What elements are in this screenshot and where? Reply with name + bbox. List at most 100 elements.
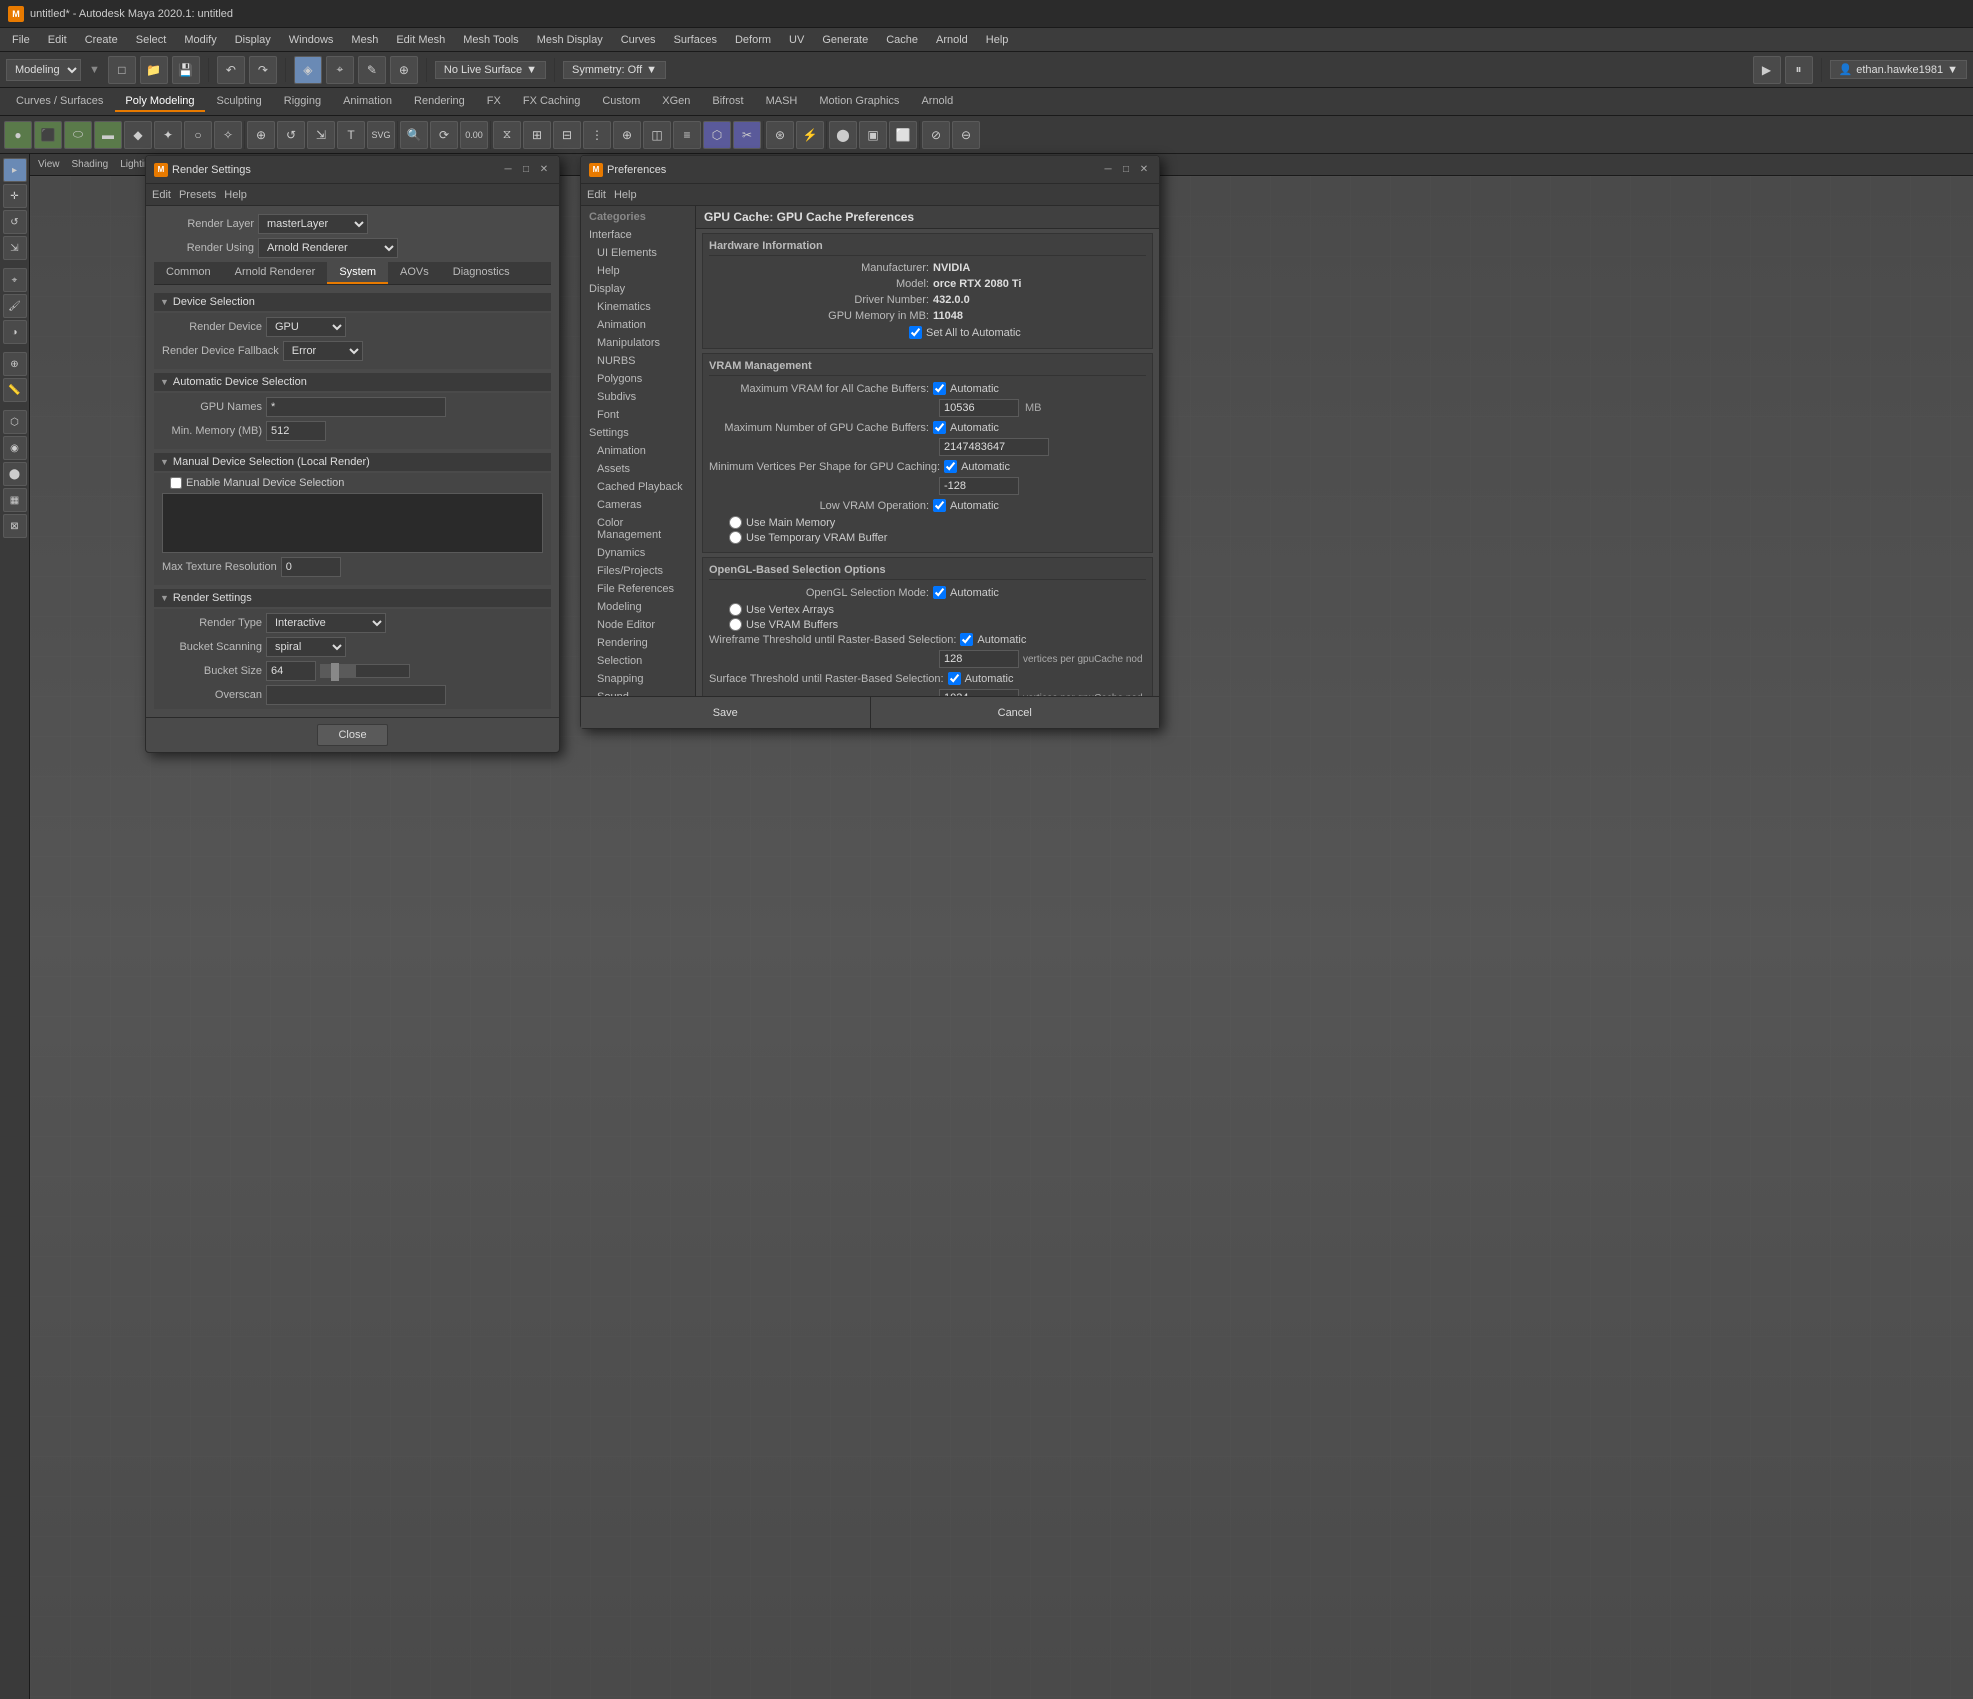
overscan-input[interactable] <box>266 685 446 705</box>
shelf-combine[interactable]: ⊞ <box>523 121 551 149</box>
preferences-close[interactable]: ✕ <box>1137 163 1151 177</box>
max-texture-input[interactable] <box>281 557 341 577</box>
shelf-diamond[interactable]: ◆ <box>124 121 152 149</box>
shelf-extrude[interactable]: ⊕ <box>613 121 641 149</box>
pref-cat-settings[interactable]: Settings <box>581 424 695 442</box>
pref-cat-animation[interactable]: Animation <box>581 316 695 334</box>
preferences-save-btn[interactable]: Save <box>581 697 871 728</box>
rs-menu-presets[interactable]: Presets <box>179 189 216 201</box>
pref-cat-files-projects[interactable]: Files/Projects <box>581 562 695 580</box>
max-gpu-buffers-input[interactable] <box>939 438 1049 456</box>
symmetry-select[interactable]: Symmetry: Off ▼ <box>563 61 666 79</box>
menu-mesh[interactable]: Mesh <box>343 32 386 48</box>
render-settings-close[interactable]: ✕ <box>537 163 551 177</box>
pref-cat-manipulators[interactable]: Manipulators <box>581 334 695 352</box>
tab-custom[interactable]: Custom <box>592 92 650 112</box>
toolbar-render2[interactable]: ⏸ <box>1785 56 1813 84</box>
toolbar-select[interactable]: ◈ <box>294 56 322 84</box>
rs-menu-edit[interactable]: Edit <box>152 189 171 201</box>
tool-move[interactable]: ✛ <box>3 184 27 208</box>
toolbar-render[interactable]: ▶ <box>1753 56 1781 84</box>
shelf-rotate[interactable]: ↺ <box>277 121 305 149</box>
shelf-cylinder[interactable]: ⬭ <box>64 121 92 149</box>
tool-snap[interactable]: ⊕ <box>3 352 27 376</box>
tab-poly-modeling[interactable]: Poly Modeling <box>115 92 204 112</box>
shelf-search[interactable]: 🔍 <box>400 121 428 149</box>
tab-arnold[interactable]: Arnold <box>911 92 963 112</box>
render-settings-maximize[interactable]: □ <box>519 163 533 177</box>
render-device-select[interactable]: GPU <box>266 317 346 337</box>
device-selection-header[interactable]: ▼ Device Selection <box>154 293 551 311</box>
pref-cat-cameras[interactable]: Cameras <box>581 496 695 514</box>
menu-edit-mesh[interactable]: Edit Mesh <box>388 32 453 48</box>
pref-menu-edit[interactable]: Edit <box>587 189 606 201</box>
use-vertex-arrays-radio[interactable] <box>729 603 742 616</box>
tool-extra5[interactable]: ⊠ <box>3 514 27 538</box>
tool-extra1[interactable]: ⬡ <box>3 410 27 434</box>
max-vram-input[interactable] <box>939 399 1019 417</box>
menu-curves[interactable]: Curves <box>613 32 664 48</box>
user-menu[interactable]: 👤 ethan.hawke1981 ▼ <box>1830 60 1967 79</box>
shelf-loop[interactable]: ⟳ <box>430 121 458 149</box>
shelf-planar[interactable]: ▣ <box>859 121 887 149</box>
shelf-unfold[interactable]: ⬤ <box>829 121 857 149</box>
tab-animation[interactable]: Animation <box>333 92 402 112</box>
pref-cat-rendering[interactable]: Rendering <box>581 634 695 652</box>
rs-tab-system[interactable]: System <box>327 262 388 284</box>
no-live-surface[interactable]: No Live Surface ▼ <box>435 61 546 79</box>
pref-menu-help[interactable]: Help <box>614 189 637 201</box>
tab-motion-graphics[interactable]: Motion Graphics <box>809 92 909 112</box>
tab-rigging[interactable]: Rigging <box>274 92 331 112</box>
render-settings-minimize[interactable]: ─ <box>501 163 515 177</box>
pref-cat-color-management[interactable]: Color Management <box>581 514 695 544</box>
menu-surfaces[interactable]: Surfaces <box>666 32 725 48</box>
tool-extra3[interactable]: ⬤ <box>3 462 27 486</box>
surface-threshold-input[interactable] <box>939 689 1019 696</box>
preferences-maximize[interactable]: □ <box>1119 163 1133 177</box>
surface-threshold-auto-checkbox[interactable] <box>948 672 961 685</box>
use-temp-vram-radio[interactable] <box>729 531 742 544</box>
pref-cat-kinematics[interactable]: Kinematics <box>581 298 695 316</box>
tab-bifrost[interactable]: Bifrost <box>702 92 753 112</box>
shelf-star4[interactable]: ✧ <box>214 121 242 149</box>
shelf-scale[interactable]: ⇲ <box>307 121 335 149</box>
pref-cat-sound[interactable]: Sound <box>581 688 695 696</box>
shelf-fill[interactable]: ⬡ <box>703 121 731 149</box>
shelf-gem[interactable]: ✦ <box>154 121 182 149</box>
wireframe-threshold-input[interactable] <box>939 650 1019 668</box>
view-menu[interactable]: View <box>38 159 60 170</box>
tab-xgen[interactable]: XGen <box>652 92 700 112</box>
max-vram-auto-checkbox[interactable] <box>933 382 946 395</box>
set-all-auto-checkbox[interactable] <box>909 326 922 339</box>
render-settings-close-btn[interactable]: Close <box>317 724 387 746</box>
use-main-memory-radio[interactable] <box>729 516 742 529</box>
menu-uv[interactable]: UV <box>781 32 812 48</box>
shelf-mirror[interactable]: ⧖ <box>493 121 521 149</box>
menu-cache[interactable]: Cache <box>878 32 926 48</box>
toolbar-redo[interactable]: ↷ <box>249 56 277 84</box>
shelf-smooth[interactable]: ⋮ <box>583 121 611 149</box>
pref-cat-file-references[interactable]: File References <box>581 580 695 598</box>
pref-cat-ui-elements[interactable]: UI Elements <box>581 244 695 262</box>
tool-paint[interactable]: 🖌 <box>3 294 27 318</box>
menu-mesh-tools[interactable]: Mesh Tools <box>455 32 526 48</box>
shelf-bridge[interactable]: ≡ <box>673 121 701 149</box>
rs-menu-help[interactable]: Help <box>224 189 247 201</box>
shelf-torus[interactable]: ○ <box>184 121 212 149</box>
menu-windows[interactable]: Windows <box>281 32 342 48</box>
tab-fx[interactable]: FX <box>477 92 511 112</box>
pref-cat-cached-playback[interactable]: Cached Playback <box>581 478 695 496</box>
tool-lasso[interactable]: ⌖ <box>3 268 27 292</box>
max-gpu-buffers-auto-checkbox[interactable] <box>933 421 946 434</box>
pref-cat-node-editor[interactable]: Node Editor <box>581 616 695 634</box>
menu-file[interactable]: File <box>4 32 38 48</box>
rs-tab-common[interactable]: Common <box>154 262 223 284</box>
manual-device-header[interactable]: ▼ Manual Device Selection (Local Render) <box>154 453 551 471</box>
shading-menu[interactable]: Shading <box>72 159 109 170</box>
shelf-text[interactable]: T <box>337 121 365 149</box>
menu-mesh-display[interactable]: Mesh Display <box>529 32 611 48</box>
toolbar-save[interactable]: 💾 <box>172 56 200 84</box>
shelf-plane[interactable]: ▬ <box>94 121 122 149</box>
opengl-selection-mode-auto-checkbox[interactable] <box>933 586 946 599</box>
menu-display[interactable]: Display <box>227 32 279 48</box>
